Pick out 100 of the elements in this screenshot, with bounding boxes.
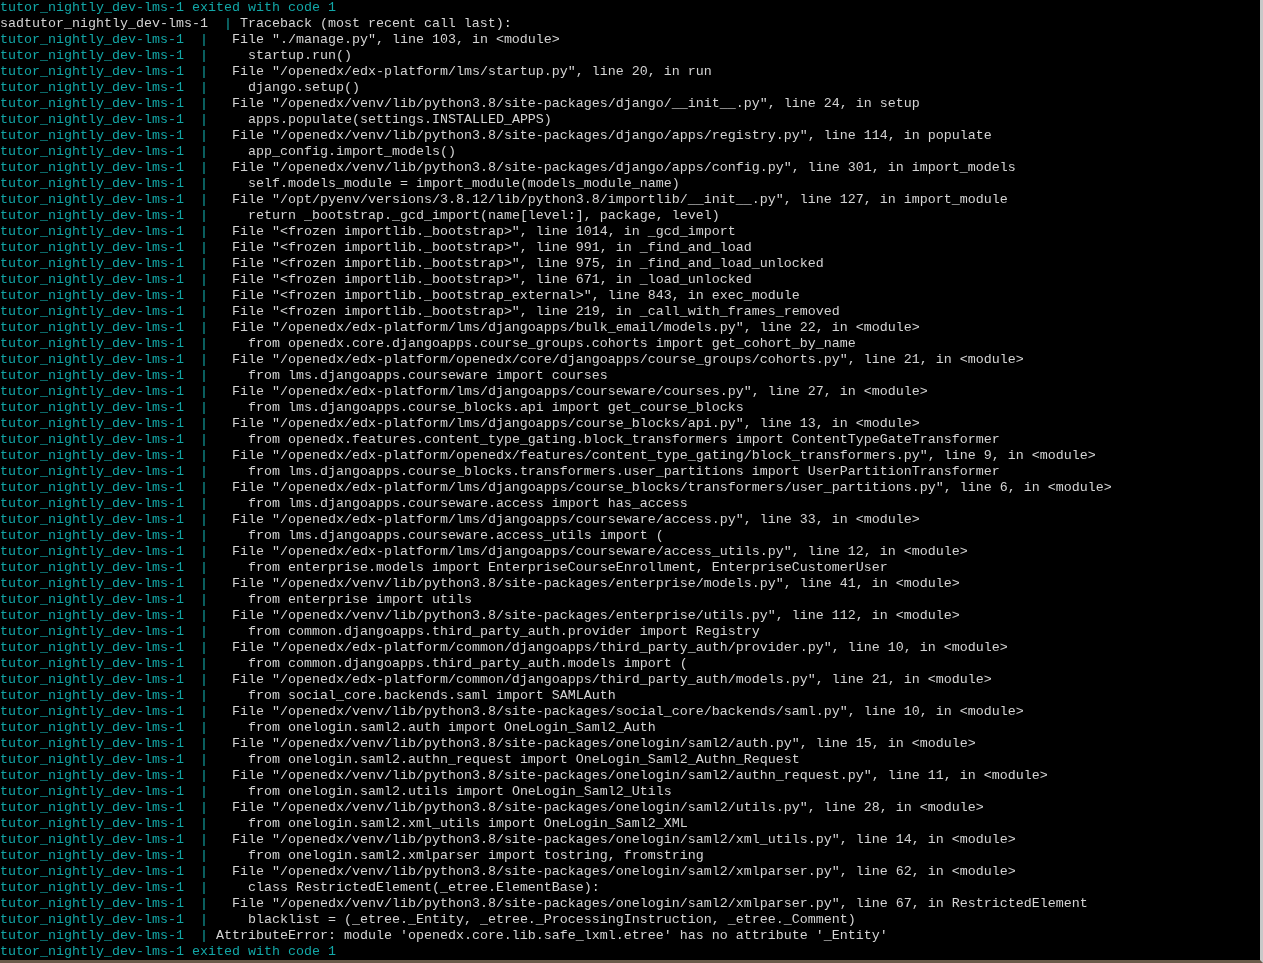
log-message: from enterprise import utils xyxy=(247,592,472,608)
log-message: File "/opt/pyenv/versions/3.8.12/lib/python3.8/importlib/__init__.py", line 127, in import_module xyxy=(231,192,1008,208)
log-separator: | xyxy=(199,272,208,288)
log-separator: | xyxy=(199,304,208,320)
container-name: tutor_nightly_dev-lms-1 xyxy=(0,608,184,624)
container-name: tutor_nightly_dev-lms-1 xyxy=(0,928,184,944)
log-separator: | xyxy=(199,560,208,576)
log-separator: | xyxy=(199,784,208,800)
log-separator: | xyxy=(199,528,208,544)
container-name: tutor_nightly_dev-lms-1 xyxy=(0,880,184,896)
log-separator: | xyxy=(199,864,208,880)
container-name: tutor_nightly_dev-lms-1 xyxy=(0,256,184,272)
container-name: tutor_nightly_dev-lms-1 xyxy=(0,192,184,208)
log-separator: | xyxy=(199,848,208,864)
container-name: tutor_nightly_dev-lms-1 xyxy=(0,48,184,64)
log-separator: | xyxy=(199,64,208,80)
log-message: File "<frozen importlib._bootstrap>", line 975, in _find_and_load_unlocked xyxy=(231,256,824,272)
container-name: tutor_nightly_dev-lms-1 xyxy=(0,160,184,176)
log-separator: | xyxy=(199,96,208,112)
container-name: tutor_nightly_dev-lms-1 xyxy=(0,384,184,400)
log-message: File "/openedx/venv/lib/python3.8/site-packages/enterprise/models.py", line 41, in <module> xyxy=(231,576,960,592)
log-separator: | xyxy=(199,432,208,448)
log-separator: | xyxy=(199,160,208,176)
container-name: tutor_nightly_dev-lms-1 xyxy=(0,544,184,560)
log-message: from onelogin.saml2.xmlparser import tostring, fromstring xyxy=(247,848,704,864)
log-separator: | xyxy=(199,640,208,656)
log-separator: | xyxy=(199,656,208,672)
log-separator: | xyxy=(199,544,208,560)
container-name: tutor_nightly_dev-lms-1 xyxy=(0,656,184,672)
log-message: from enterprise.models import EnterpriseCourseEnrollment, EnterpriseCustomerUser xyxy=(247,560,888,576)
log-separator: | xyxy=(199,896,208,912)
log-message: File "/openedx/edx-platform/lms/djangoapps/course_blocks/api.py", line 13, in <module> xyxy=(231,416,920,432)
container-name: tutor_nightly_dev-lms-1 xyxy=(0,848,184,864)
container-name: tutor_nightly_dev-lms-1 xyxy=(0,176,184,192)
container-name: tutor_nightly_dev-lms-1 xyxy=(0,736,184,752)
log-message: File "/openedx/venv/lib/python3.8/site-packages/django/__init__.py", line 24, in setup xyxy=(231,96,920,112)
log-separator: | xyxy=(199,416,208,432)
log-message: File "<frozen importlib._bootstrap>", line 671, in _load_unlocked xyxy=(231,272,752,288)
container-name: tutor_nightly_dev-lms-1 xyxy=(0,272,184,288)
log-message: from onelogin.saml2.auth import OneLogin_Saml2_Auth xyxy=(247,720,656,736)
container-name: tutor_nightly_dev-lms-1 xyxy=(0,784,184,800)
log-separator: | xyxy=(199,496,208,512)
log-separator: | xyxy=(199,336,208,352)
log-separator: | xyxy=(199,448,208,464)
container-name: tutor_nightly_dev-lms-1 xyxy=(0,912,184,928)
log-separator: | xyxy=(199,816,208,832)
log-message: File "/openedx/venv/lib/python3.8/site-packages/django/apps/config.py", line 301, in import_models xyxy=(231,160,1016,176)
log-message: exited with code 1 xyxy=(191,944,336,960)
container-name: tutor_nightly_dev-lms-1 xyxy=(0,32,184,48)
container-name: tutor_nightly_dev-lms-1 xyxy=(0,480,184,496)
container-name: tutor_nightly_dev-lms-1 xyxy=(0,592,184,608)
log-message: from onelogin.saml2.xml_utils import OneLogin_Saml2_XML xyxy=(247,816,688,832)
log-message: django.setup() xyxy=(247,80,360,96)
log-message: Traceback (most recent call last): xyxy=(239,16,512,32)
log-separator: | xyxy=(199,464,208,480)
container-name: tutor_nightly_dev-lms-1 xyxy=(0,128,184,144)
log-message: File "<frozen importlib._bootstrap>", line 1014, in _gcd_import xyxy=(231,224,736,240)
container-name: tutor_nightly_dev-lms-1 xyxy=(0,752,184,768)
log-message: File "/openedx/venv/lib/python3.8/site-packages/onelogin/saml2/auth.py", line 15, in <module> xyxy=(231,736,976,752)
log-message: from social_core.backends.saml import SAMLAuth xyxy=(247,688,616,704)
log-separator: | xyxy=(199,288,208,304)
log-message: File "/openedx/venv/lib/python3.8/site-packages/onelogin/saml2/authn_request.py", line 11, in <module> xyxy=(231,768,1048,784)
container-name: tutor_nightly_dev-lms-1 xyxy=(0,144,184,160)
log-message: return _bootstrap._gcd_import(name[level:], package, level) xyxy=(247,208,720,224)
log-message: File "/openedx/venv/lib/python3.8/site-packages/social_core/backends/saml.py", line 10, in <module> xyxy=(231,704,1024,720)
log-message: from onelogin.saml2.utils import OneLogin_Saml2_Utils xyxy=(247,784,672,800)
log-separator: | xyxy=(199,672,208,688)
container-name: tutor_nightly_dev-lms-1 xyxy=(0,496,184,512)
log-message: from lms.djangoapps.course_blocks.api import get_course_blocks xyxy=(247,400,744,416)
log-separator: | xyxy=(199,144,208,160)
log-separator: | xyxy=(199,192,208,208)
log-message: startup.run() xyxy=(247,48,352,64)
container-name: tutor_nightly_dev-lms-1 xyxy=(0,528,184,544)
container-name: tutor_nightly_dev-lms-1 xyxy=(0,368,184,384)
log-message: File "/openedx/edx-platform/lms/startup.py", line 20, in run xyxy=(231,64,712,80)
log-message: File "/openedx/venv/lib/python3.8/site-packages/django/apps/registry.py", line 114, in populate xyxy=(231,128,992,144)
log-message: File "/openedx/edx-platform/lms/djangoapps/bulk_email/models.py", line 22, in <module> xyxy=(231,320,920,336)
container-name: tutor_nightly_dev-lms-1 xyxy=(0,832,184,848)
log-message: exited with code 1 xyxy=(191,0,336,16)
container-name: tutor_nightly_dev-lms-1 xyxy=(0,624,184,640)
container-name: tutor_nightly_dev-lms-1 xyxy=(0,432,184,448)
log-separator: | xyxy=(199,384,208,400)
container-name: tutor_nightly_dev-lms-1 xyxy=(0,320,184,336)
log-message: File "/openedx/venv/lib/python3.8/site-packages/enterprise/utils.py", line 112, in <module> xyxy=(231,608,960,624)
container-name: tutor_nightly_dev-lms-1 xyxy=(0,352,184,368)
log-message: File "./manage.py", line 103, in <module> xyxy=(231,32,560,48)
log-separator: | xyxy=(199,320,208,336)
container-name: tutor_nightly_dev-lms-1 xyxy=(0,64,184,80)
log-separator: | xyxy=(199,208,208,224)
container-name: tutor_nightly_dev-lms-1 xyxy=(0,768,184,784)
container-name: tutor_nightly_dev-lms-1 xyxy=(0,576,184,592)
log-separator: | xyxy=(199,512,208,528)
log-message: File "<frozen importlib._bootstrap>", line 219, in _call_with_frames_removed xyxy=(231,304,840,320)
log-message: from lms.djangoapps.course_blocks.transformers.user_partitions import UserPartitionTransformer xyxy=(247,464,1000,480)
container-name: sadtutor_nightly_dev-lms-1 xyxy=(0,16,208,32)
log-separator: | xyxy=(199,80,208,96)
log-message: apps.populate(settings.INSTALLED_APPS) xyxy=(247,112,552,128)
log-message: from lms.djangoapps.courseware.access_utils import ( xyxy=(247,528,664,544)
log-message: from onelogin.saml2.authn_request import OneLogin_Saml2_Authn_Request xyxy=(247,752,800,768)
container-name: tutor_nightly_dev-lms-1 xyxy=(0,208,184,224)
